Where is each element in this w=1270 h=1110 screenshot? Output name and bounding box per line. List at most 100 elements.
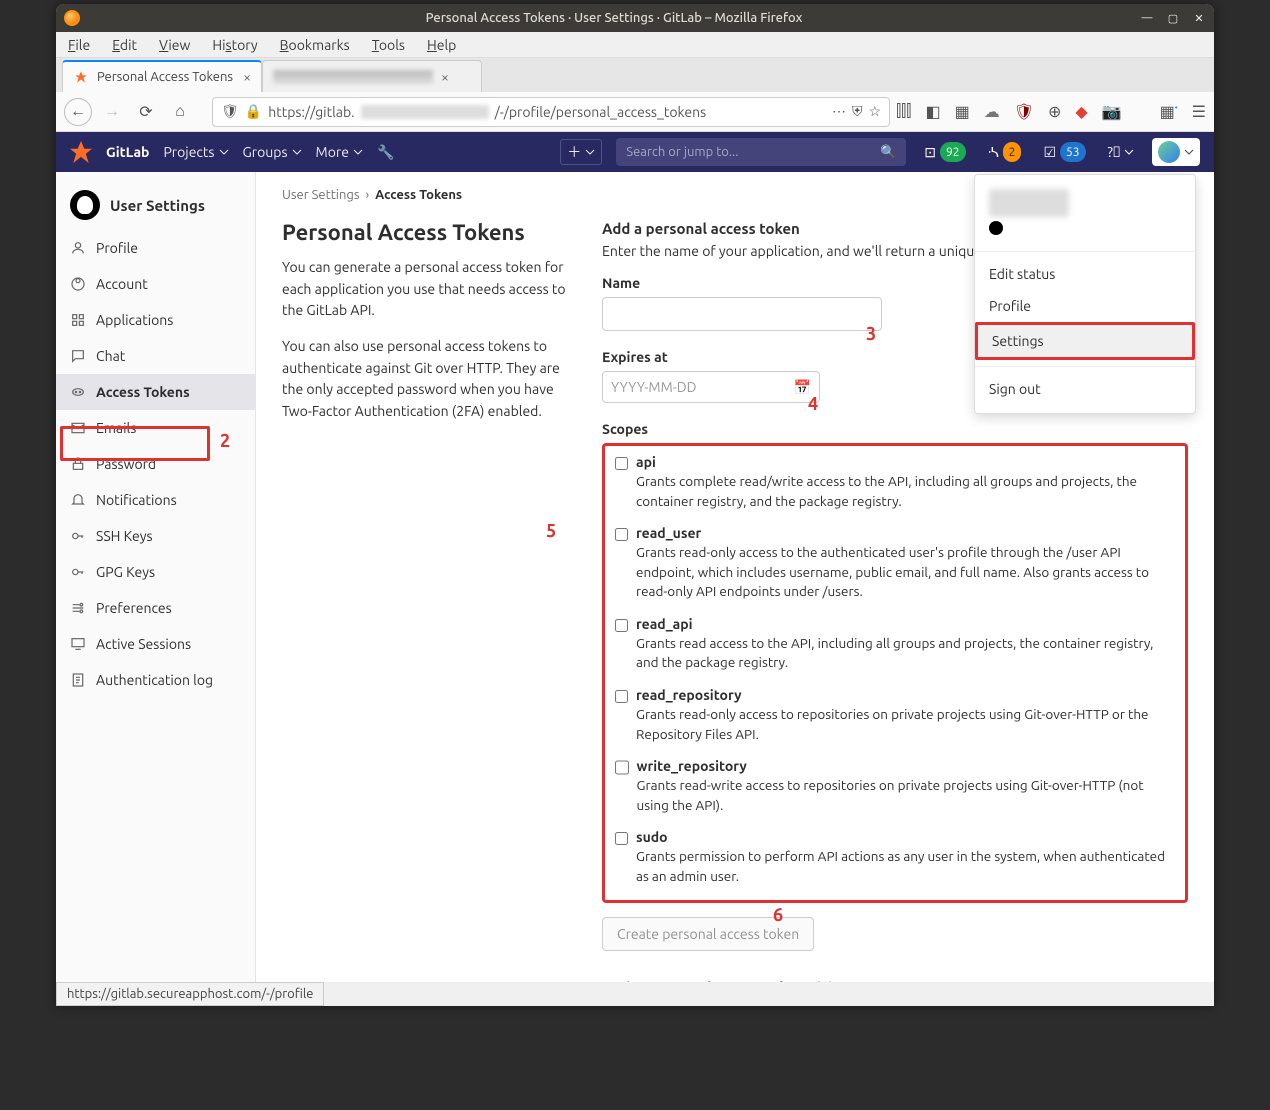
- gitlab-brand[interactable]: GitLab: [106, 144, 149, 160]
- nav-home-button[interactable]: ⌂: [166, 98, 194, 126]
- hamburger-menu-icon[interactable]: ☰: [1192, 102, 1206, 121]
- sidebar-item-password[interactable]: Password: [56, 446, 255, 482]
- scope-read-api-checkbox[interactable]: [615, 618, 628, 633]
- user-menu-toggle[interactable]: [1152, 138, 1200, 166]
- sidebar-item-gpg-keys[interactable]: GPG Keys: [56, 554, 255, 590]
- ext-icon-1[interactable]: ▦: [955, 102, 970, 121]
- sidebar-item-authentication-log[interactable]: Authentication log: [56, 662, 255, 698]
- browser-tab-active[interactable]: Personal Access Tokens ×: [62, 60, 262, 92]
- scope-read-repository: read_repositoryGrants read-only access t…: [615, 687, 1175, 744]
- issues-icon: ⊡: [924, 144, 936, 161]
- todos-link[interactable]: ☑53: [1039, 140, 1089, 164]
- wrench-icon[interactable]: 🔧: [377, 144, 394, 161]
- scope-read-user-checkbox[interactable]: [615, 527, 628, 542]
- ext-icon-3[interactable]: ⊕: [1048, 102, 1061, 121]
- scope-api: apiGrants complete read/write access to …: [615, 454, 1175, 511]
- bookmark-star-icon[interactable]: ☆: [869, 103, 882, 120]
- todos-count-badge: 53: [1060, 142, 1086, 162]
- nav-forward-button: →: [98, 98, 126, 126]
- nav-groups[interactable]: Groups: [243, 144, 302, 160]
- sidebar-item-preferences[interactable]: Preferences: [56, 590, 255, 626]
- main-content: User Settings › Access Tokens Personal A…: [256, 172, 1214, 982]
- nav-reload-button[interactable]: ⟳: [132, 98, 160, 126]
- menu-help[interactable]: Help: [427, 37, 456, 53]
- tab-strip: Personal Access Tokens × ×: [56, 58, 1214, 92]
- browser-tab-inactive[interactable]: ×: [262, 60, 482, 92]
- reader-icon[interactable]: ⛨: [852, 103, 863, 120]
- global-search[interactable]: 🔍: [616, 138, 906, 166]
- scope-read-repository-checkbox[interactable]: [615, 689, 628, 704]
- gitlab-logo-icon[interactable]: [70, 141, 92, 163]
- menu-history[interactable]: History: [212, 37, 257, 53]
- annotation-6: 6: [773, 905, 783, 925]
- library-icon[interactable]: ⫿⫿⫿: [896, 102, 911, 121]
- user-dropdown-menu: Edit status Profile Settings Sign out: [974, 174, 1196, 414]
- shield-icon: 🛡: [221, 103, 239, 120]
- scope-api-checkbox[interactable]: [615, 456, 628, 471]
- sidebar-item-profile[interactable]: Profile: [56, 230, 255, 266]
- tab-close-icon[interactable]: ×: [441, 69, 449, 85]
- expires-date-input[interactable]: YYYY-MM-DD 📅: [602, 371, 820, 403]
- issues-link[interactable]: ⊡92: [920, 140, 969, 164]
- page-actions-icon[interactable]: ⋯: [832, 103, 846, 120]
- sidebar-item-chat[interactable]: Chat: [56, 338, 255, 374]
- help-link[interactable]: ?⃝: [1104, 140, 1138, 164]
- annotation-3: 3: [866, 324, 876, 344]
- sidebar-item-access-tokens[interactable]: Access Tokens: [56, 374, 255, 410]
- nav-projects[interactable]: Projects: [163, 144, 228, 160]
- sidebar-item-active-sessions[interactable]: Active Sessions: [56, 626, 255, 662]
- sidebar-item-ssh-keys[interactable]: SSH Keys: [56, 518, 255, 554]
- ext-icon-5[interactable]: 📷: [1102, 102, 1122, 121]
- sidebar-icon[interactable]: ◧: [925, 102, 940, 121]
- window-title: Personal Access Tokens · User Settings ·…: [88, 11, 1140, 25]
- tab-close-icon[interactable]: ×: [243, 69, 251, 85]
- plus-icon: ＋: [567, 142, 581, 162]
- menu-tools[interactable]: Tools: [372, 37, 405, 53]
- user-menu-edit-status[interactable]: Edit status: [975, 258, 1195, 290]
- annotation-4: 4: [808, 394, 818, 414]
- user-menu-profile[interactable]: Profile: [975, 290, 1195, 322]
- scope-sudo: sudoGrants permission to perform API act…: [615, 829, 1175, 886]
- menu-file[interactable]: File: [68, 37, 90, 53]
- new-dropdown[interactable]: ＋: [560, 139, 602, 165]
- sidebar-item-notifications[interactable]: Notifications: [56, 482, 255, 518]
- breadcrumb-root[interactable]: User Settings: [282, 188, 360, 202]
- token-name-input[interactable]: [602, 297, 882, 331]
- tab-title: Personal Access Tokens: [97, 70, 235, 84]
- overflow-icon[interactable]: ▦•: [1160, 102, 1178, 121]
- ext-icon-4[interactable]: ◆: [1075, 102, 1087, 121]
- user-menu-sign-out[interactable]: Sign out: [975, 373, 1195, 405]
- sidebar-title: User Settings: [110, 197, 205, 214]
- nav-back-button[interactable]: ←: [64, 98, 92, 126]
- menu-edit[interactable]: Edit: [112, 37, 137, 53]
- window-minimize-button[interactable]: —: [1140, 11, 1154, 25]
- sidebar-item-applications[interactable]: Applications: [56, 302, 255, 338]
- search-input[interactable]: [626, 145, 880, 159]
- redacted-tab-content: [273, 70, 433, 84]
- menu-view[interactable]: View: [159, 37, 190, 53]
- scopes-label: Scopes: [602, 421, 1188, 437]
- scope-write-repository: write_repositoryGrants read-write access…: [615, 758, 1175, 815]
- browser-menubar: File Edit View History Bookmarks Tools H…: [56, 32, 1214, 58]
- url-suffix: /-/profile/personal_access_tokens: [495, 104, 707, 120]
- user-menu-settings[interactable]: Settings: [975, 322, 1195, 360]
- url-bar[interactable]: 🛡 🔒 https://gitlab./-/profile/personal_a…: [212, 97, 890, 127]
- annotation-2: 2: [220, 431, 230, 451]
- mr-count-badge: 2: [1003, 142, 1022, 162]
- window-close-button[interactable]: ✕: [1192, 11, 1206, 25]
- sidebar-item-account[interactable]: Account: [56, 266, 255, 302]
- nav-more[interactable]: More: [316, 144, 363, 160]
- browser-toolbar: ← → ⟳ ⌂ 🛡 🔒 https://gitlab./-/profile/pe…: [56, 92, 1214, 132]
- merge-requests-link[interactable]: ᔀ2: [984, 140, 1026, 164]
- ublock-icon[interactable]: 🛡: [1014, 102, 1034, 121]
- expires-placeholder: YYYY-MM-DD: [611, 379, 697, 395]
- menu-bookmarks[interactable]: Bookmarks: [280, 37, 350, 53]
- scope-sudo-checkbox[interactable]: [615, 831, 628, 846]
- ext-icon-2[interactable]: ☁: [984, 102, 1000, 121]
- scope-write-repository-checkbox[interactable]: [615, 760, 629, 775]
- scope-read-api: read_apiGrants read access to the API, i…: [615, 616, 1175, 673]
- search-icon: 🔍: [880, 145, 896, 160]
- window-maximize-button[interactable]: ▢: [1166, 11, 1180, 25]
- page-desc-2: You can also use personal access tokens …: [282, 336, 572, 423]
- annotation-5: 5: [546, 521, 556, 541]
